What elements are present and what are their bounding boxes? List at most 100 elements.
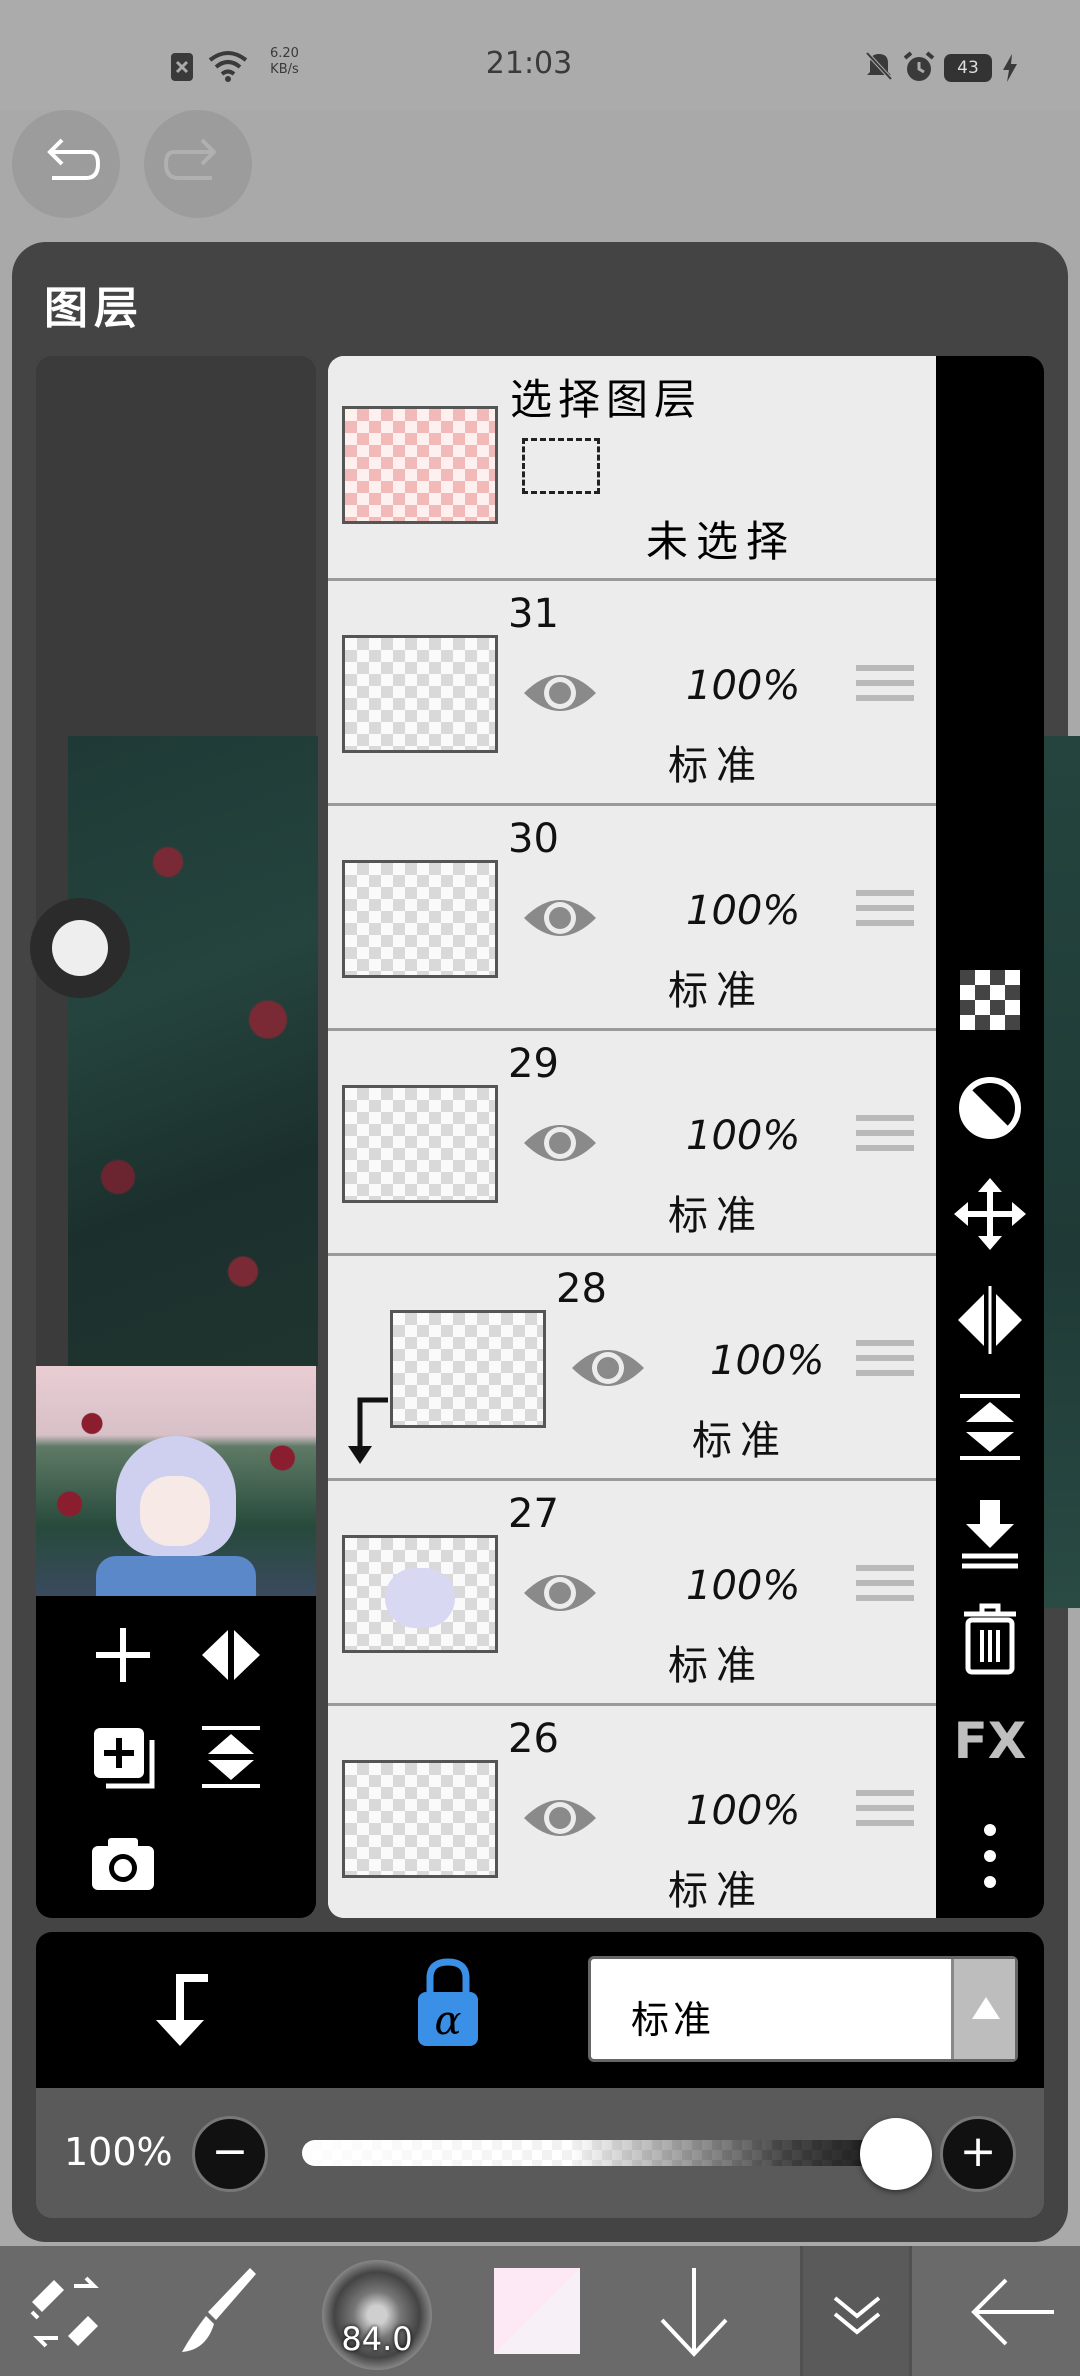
layer-thumbnail xyxy=(342,1760,498,1878)
mute-icon xyxy=(865,51,893,81)
undo-button[interactable] xyxy=(12,110,120,218)
brush-icon[interactable] xyxy=(176,2262,266,2362)
opacity-decrease-button[interactable]: − xyxy=(192,2116,268,2192)
layer-row[interactable]: 27 100% 标准 xyxy=(328,1481,936,1706)
back-arrow-icon[interactable] xyxy=(968,2262,1058,2362)
brush-size-button[interactable]: 84.0 xyxy=(322,2260,432,2370)
selection-marquee-icon xyxy=(522,438,600,494)
clipping-arrow-icon xyxy=(348,1397,388,1464)
layer-thumbnail-art xyxy=(385,1568,455,1628)
redo-button[interactable] xyxy=(144,110,252,218)
triangle-up-icon xyxy=(972,1997,1000,2019)
redo-icon xyxy=(163,138,217,180)
eye-icon[interactable] xyxy=(520,1563,600,1623)
transparency-icon[interactable] xyxy=(950,960,1030,1040)
eye-icon[interactable] xyxy=(520,1788,600,1848)
layer-opacity: 100% xyxy=(710,1338,825,1384)
flip-vertical-icon[interactable] xyxy=(194,1720,268,1794)
layer-number: 31 xyxy=(508,591,559,637)
alarm-icon xyxy=(903,51,935,81)
opacity-value: 100% xyxy=(64,2130,173,2174)
opacity-slider-thumb[interactable] xyxy=(860,2118,932,2190)
layer-blend-mode: 标准 xyxy=(668,968,764,1014)
layer-number: 29 xyxy=(508,1041,559,1087)
clock: 21:03 xyxy=(485,46,573,81)
layer-blend-mode: 标准 xyxy=(668,1643,764,1689)
layer-row[interactable]: 31 100% 标准 xyxy=(328,581,936,806)
layers-toggle-button[interactable] xyxy=(800,2246,912,2376)
layer-thumbnail xyxy=(342,635,498,753)
alpha-lock-icon[interactable]: α xyxy=(414,1954,482,2050)
color-swatch[interactable] xyxy=(494,2268,580,2354)
add-layer-icon[interactable] xyxy=(88,1620,158,1690)
layer-thumbnail xyxy=(342,860,498,978)
layer-number: 27 xyxy=(508,1491,559,1537)
status-bar: 6.20 KB/s 21:03 43 xyxy=(0,0,1080,110)
fx-button[interactable]: FX xyxy=(950,1712,1030,1792)
layer-number: 28 xyxy=(556,1266,607,1312)
canvas-preview-edge xyxy=(1042,736,1080,1608)
selection-layer-title: 选择图层 xyxy=(510,375,703,424)
more-options-icon[interactable] xyxy=(950,1816,1030,1896)
eye-icon[interactable] xyxy=(520,663,600,723)
battery-level: 43 xyxy=(944,54,992,82)
layer-row[interactable]: 26 100% 标准 xyxy=(328,1706,936,1918)
drag-handle-icon[interactable] xyxy=(856,1790,914,1836)
drag-handle-icon[interactable] xyxy=(856,1340,914,1386)
layer-row[interactable]: 30 100% 标准 xyxy=(328,806,936,1031)
clipping-icon[interactable] xyxy=(144,1968,214,2048)
layer-thumbnail xyxy=(342,1535,498,1653)
merge-down-icon[interactable] xyxy=(950,1492,1030,1572)
camera-icon[interactable] xyxy=(88,1832,158,1894)
layer-opacity: 100% xyxy=(686,1563,801,1609)
brush-size-value: 84.0 xyxy=(341,2320,413,2358)
layer-opacity: 100% xyxy=(686,888,801,934)
artwork-thumbnail[interactable] xyxy=(36,1366,316,1596)
canvas-scroll-handle[interactable] xyxy=(30,898,130,998)
artwork-character-shirt xyxy=(96,1556,256,1596)
layer-number: 30 xyxy=(508,816,559,862)
right-tools: FX xyxy=(936,356,1044,1918)
layer-blend-mode: 标准 xyxy=(668,1868,764,1914)
tool-switch-icon[interactable] xyxy=(24,2262,108,2362)
duplicate-layer-icon[interactable] xyxy=(88,1722,162,1796)
artwork-character-face xyxy=(140,1476,210,1546)
layer-thumbnail xyxy=(342,1085,498,1203)
double-chevron-down-icon xyxy=(833,2296,881,2335)
delete-icon[interactable] xyxy=(950,1598,1030,1678)
drag-handle-icon[interactable] xyxy=(856,665,914,711)
selection-layer-status: 未选择 xyxy=(646,517,797,566)
layer-row[interactable]: 29 100% 标准 xyxy=(328,1031,936,1256)
flip-horizontal-icon[interactable] xyxy=(950,1280,1030,1360)
charging-icon xyxy=(1003,54,1017,82)
eye-icon[interactable] xyxy=(568,1338,648,1398)
arrow-down-icon[interactable] xyxy=(652,2262,736,2362)
blend-mode-dropdown-button[interactable] xyxy=(951,1959,1015,2059)
blend-fill-icon[interactable] xyxy=(950,1068,1030,1148)
layer-blend-mode: 标准 xyxy=(692,1418,788,1464)
blend-mode-select[interactable]: 标准 xyxy=(588,1956,1018,2062)
selection-layer-row[interactable]: 选择图层 未选择 xyxy=(328,356,936,581)
opacity-increase-button[interactable]: + xyxy=(940,2116,1016,2192)
drag-handle-icon[interactable] xyxy=(856,890,914,936)
drag-handle-icon[interactable] xyxy=(856,1565,914,1611)
layer-opacity: 100% xyxy=(686,1113,801,1159)
drag-handle-icon[interactable] xyxy=(856,1115,914,1161)
left-tools xyxy=(36,1596,316,1918)
layer-blend-mode: 标准 xyxy=(668,743,764,789)
eye-icon[interactable] xyxy=(520,1113,600,1173)
flip-vertical-icon[interactable] xyxy=(950,1386,1030,1466)
layer-opacity: 100% xyxy=(686,663,801,709)
layer-row[interactable]: 28 100% 标准 xyxy=(328,1256,936,1481)
blend-mode-value: 标准 xyxy=(631,1998,716,2042)
layer-thumbnail xyxy=(390,1310,546,1428)
flip-horizontal-icon[interactable] xyxy=(196,1620,266,1690)
eye-icon[interactable] xyxy=(520,888,600,948)
layer-number: 26 xyxy=(508,1716,559,1762)
layer-list: 选择图层 未选择 31 100% 标准 30 100% 标准 29 100% 标… xyxy=(328,356,936,1918)
canvas-preview xyxy=(68,736,318,1366)
layer-blend-mode: 标准 xyxy=(668,1193,764,1239)
panel-title: 图层 xyxy=(44,283,144,334)
move-icon[interactable] xyxy=(950,1174,1030,1254)
opacity-slider-track[interactable] xyxy=(302,2140,902,2166)
